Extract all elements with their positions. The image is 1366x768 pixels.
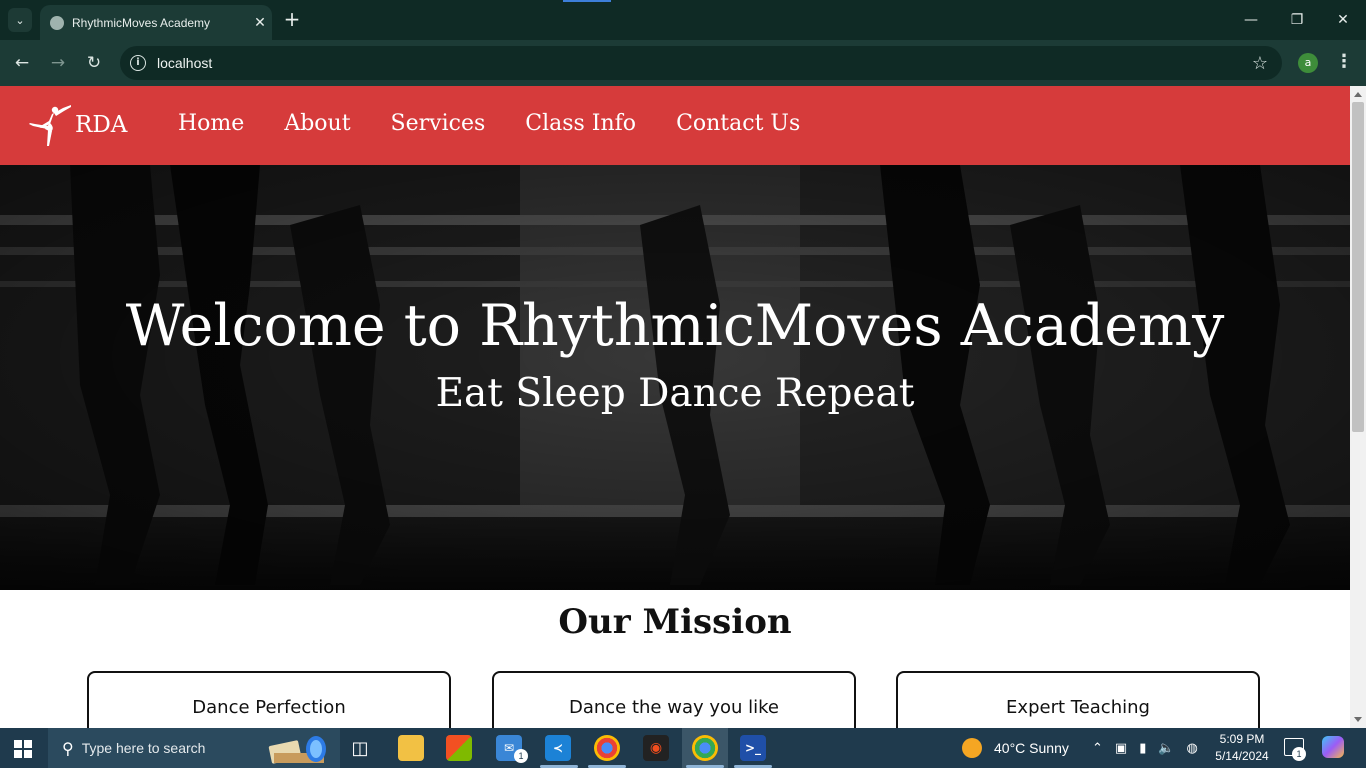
hero-banner: Welcome to RhythmicMoves Academy Eat Sle… [0,165,1350,590]
window-controls: — ❐ ✕ [1228,0,1366,40]
ballerina-icon [29,105,71,146]
system-tray: ⌃ ▣ ▮ 🔈 ◍ [1092,728,1210,768]
mission-card-title: Dance Perfection [192,697,346,718]
figma-icon[interactable]: ◉ [643,735,669,761]
nav-contact-us[interactable]: Contact Us [676,111,800,136]
mission-card: Expert Teaching [896,671,1260,728]
chevron-down-icon[interactable]: ⌄ [8,8,32,32]
arrow-right-icon[interactable]: → [46,51,70,75]
brand-name: RDA [75,112,128,138]
address-bar[interactable]: i localhost ☆ [120,46,1282,80]
search-placeholder: Type here to search [81,740,206,756]
reload-icon[interactable]: ↻ [82,51,106,75]
mission-card-title: Expert Teaching [1006,697,1150,718]
browser-toolbar: ← → ↻ i localhost ☆ a ⋮ [0,40,1366,86]
weather-widget[interactable]: 40°C Sunny [962,728,1069,768]
battery-icon[interactable]: ▮ [1139,741,1146,756]
volume-icon[interactable]: 🔈 [1158,741,1174,756]
arrow-left-icon[interactable]: ← [10,51,34,75]
nav-services[interactable]: Services [391,111,486,136]
plus-icon[interactable]: + [280,8,304,32]
powershell-icon[interactable]: >_ [740,735,766,761]
browser-tab-strip: ⌄ RhythmicMoves Academy ✕ + — ❐ ✕ [0,0,1366,40]
mail-badge: 1 [514,749,528,763]
taskbar-clock[interactable]: 5:09 PM 5/14/2024 [1210,731,1274,765]
search-icon: ⚲ [62,738,74,758]
tab-strip-indicator [563,0,611,2]
site-logo[interactable]: RDA [27,102,127,148]
close-window-icon[interactable]: ✕ [1320,0,1366,40]
chrome-profile-icon[interactable] [594,735,620,761]
page-viewport: RDA Home About Services Class Info Conta… [0,86,1350,728]
microsoft-store-icon[interactable] [446,735,472,761]
nav-home[interactable]: Home [178,111,244,136]
info-icon[interactable]: i [130,55,146,71]
hero-subtitle: Eat Sleep Dance Repeat [435,371,915,416]
clock-date: 5/14/2024 [1215,749,1269,763]
url-text[interactable]: localhost [157,55,1252,71]
sun-icon [962,738,982,758]
windows-start-icon[interactable] [14,740,32,758]
restore-icon[interactable]: ❐ [1274,0,1320,40]
scrollbar-thumb[interactable] [1352,102,1364,432]
vscode-icon[interactable]: ≺ [545,735,571,761]
nav-links: Home About Services Class Info Contact U… [178,111,840,136]
notification-badge: 1 [1292,747,1306,761]
site-navbar: RDA Home About Services Class Info Conta… [0,86,1350,165]
profile-avatar[interactable]: a [1298,53,1318,73]
browser-tab[interactable]: RhythmicMoves Academy ✕ [40,5,272,40]
file-explorer-icon[interactable] [398,735,424,761]
page-scrollbar[interactable] [1350,86,1366,728]
chrome-icon[interactable] [692,735,718,761]
clock-time: 5:09 PM [1219,732,1265,746]
search-highlight-art [268,736,326,764]
mission-title: Our Mission [558,602,792,642]
nav-class-info[interactable]: Class Info [525,111,636,136]
chevron-up-icon[interactable]: ⌃ [1092,741,1103,756]
weather-text: 40°C Sunny [994,740,1069,756]
task-view-icon[interactable]: ◫ [347,735,373,761]
tab-title: RhythmicMoves Academy [72,15,211,30]
close-icon[interactable]: ✕ [248,15,272,31]
wifi-icon[interactable]: ◍ [1187,741,1198,756]
mission-card: Dance Perfection [87,671,451,728]
copilot-icon[interactable] [1322,736,1344,758]
star-icon[interactable]: ☆ [1252,53,1268,74]
minimize-icon[interactable]: — [1228,0,1274,40]
windows-taskbar: ⚲ Type here to search ◫ ✉ 1 ≺ ◉ >_ 40°C … [0,728,1366,768]
scroll-down-icon[interactable] [1354,717,1362,722]
meet-icon[interactable]: ▣ [1115,741,1127,756]
mission-card-title: Dance the way you like [568,697,780,718]
hero-title: Welcome to RhythmicMoves Academy [125,293,1225,359]
nav-about[interactable]: About [284,111,350,136]
globe-icon [50,15,64,30]
kebab-menu-icon[interactable]: ⋮ [1334,51,1354,75]
mission-card: Dance the way you like [492,671,856,728]
scroll-up-icon[interactable] [1354,92,1362,97]
